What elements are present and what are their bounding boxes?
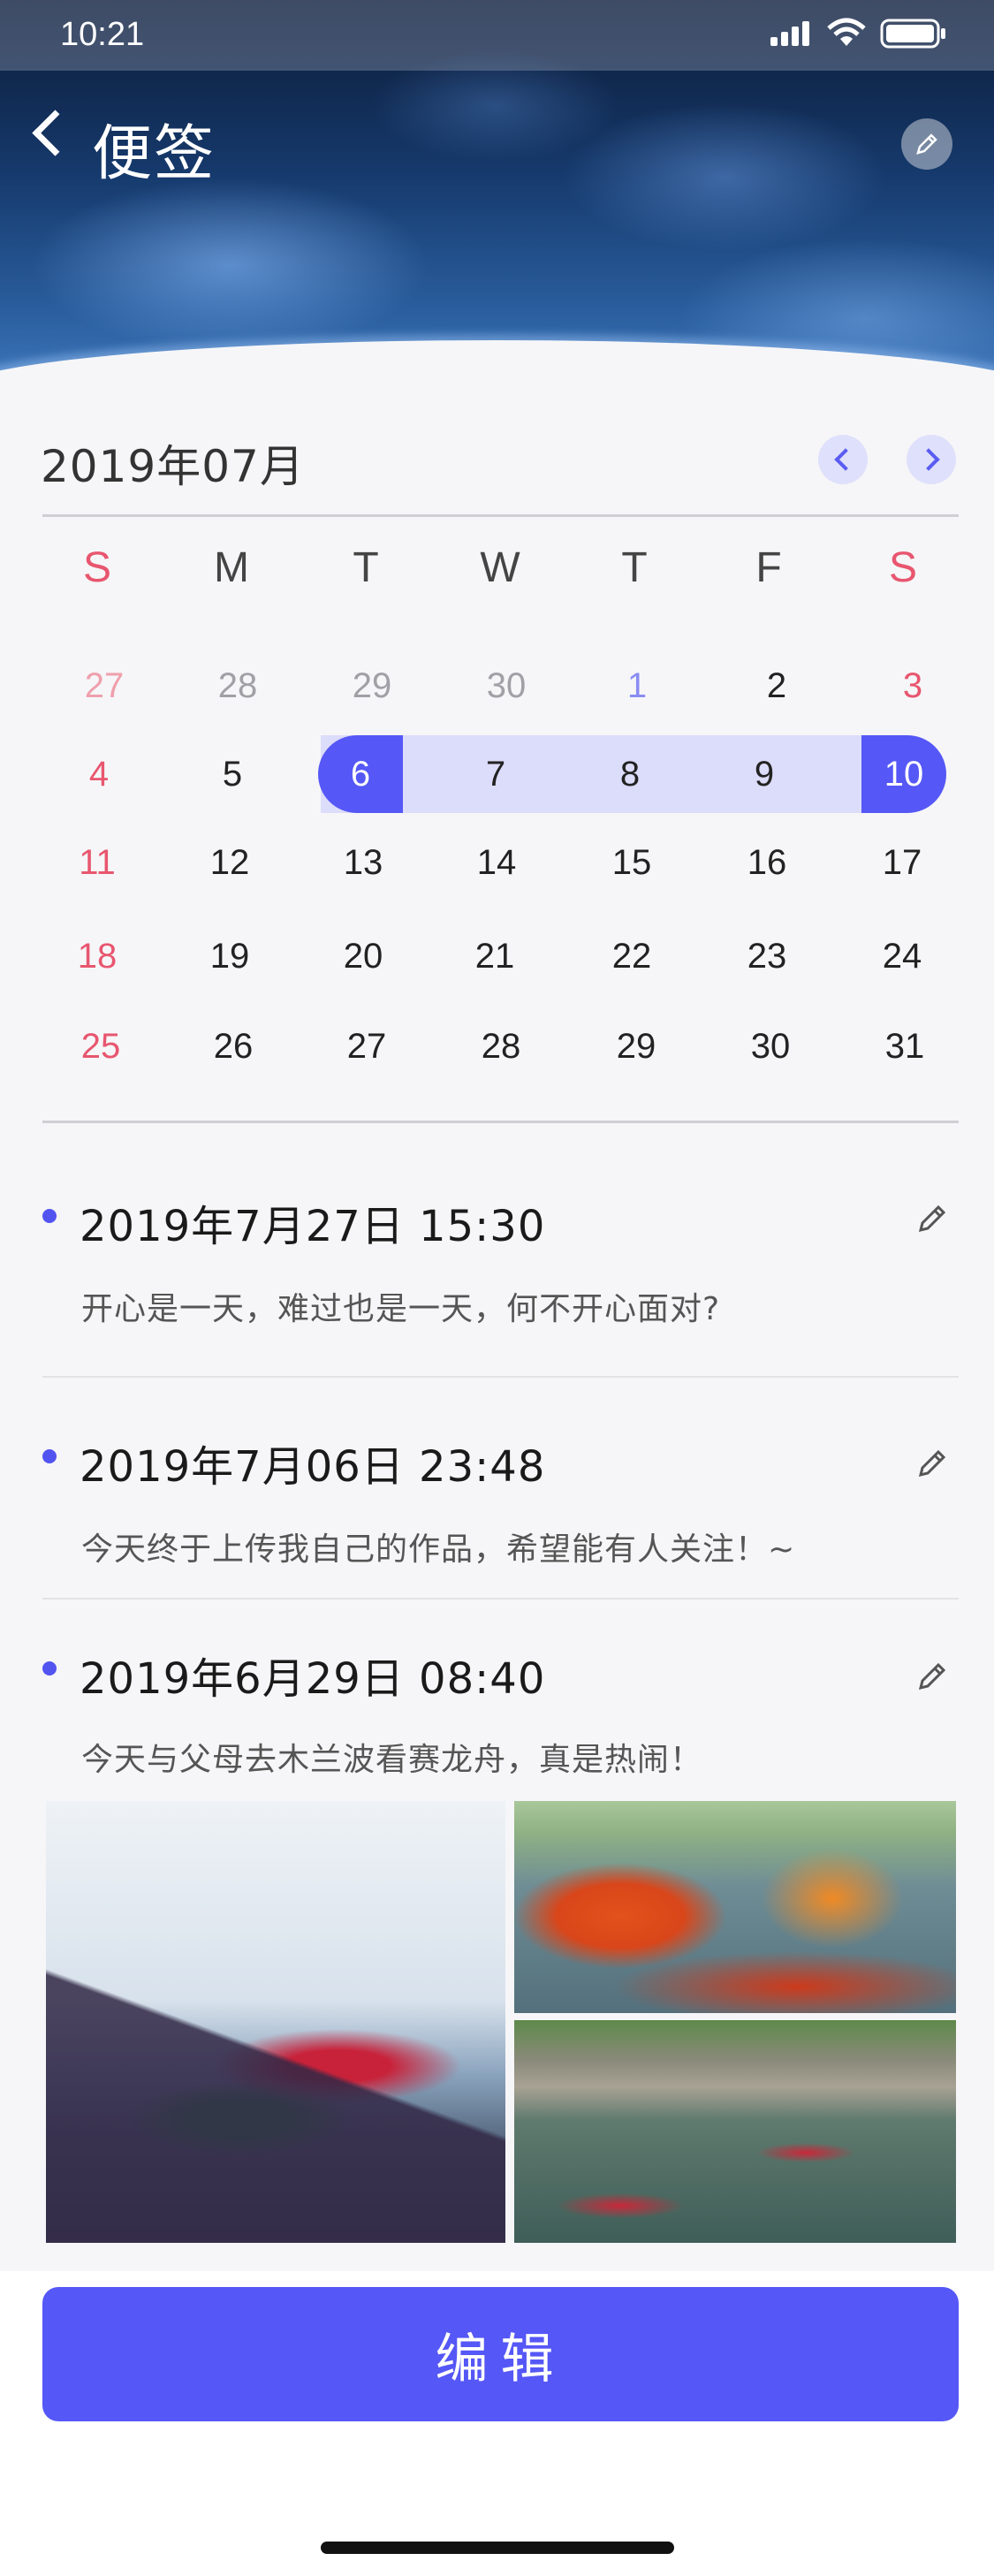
weekday-label: T xyxy=(621,544,648,591)
calendar-day[interactable]: 4 xyxy=(46,756,152,792)
calendar-day[interactable]: 23 xyxy=(714,938,820,974)
status-time: 10:21 xyxy=(60,16,145,53)
calendar-day[interactable]: 14 xyxy=(444,845,550,880)
note-body: 今天与父母去木兰波看赛龙舟，真是热闹！ xyxy=(81,1742,703,1778)
calendar-day[interactable]: 12 xyxy=(177,845,283,880)
home-indicator xyxy=(321,2542,674,2554)
calendar-day[interactable]: 16 xyxy=(714,845,820,880)
calendar-day[interactable]: 25 xyxy=(48,1029,154,1064)
note-title: 2019年7月06日 23:48 xyxy=(80,1442,546,1492)
note-photo-river-race[interactable] xyxy=(514,2020,956,2243)
note-bullet xyxy=(42,1661,57,1676)
calendar-day[interactable]: 1 xyxy=(584,668,690,703)
note-body: 今天终于上传我自己的作品，希望能有人关注！~ xyxy=(81,1531,796,1568)
weekday-label: S xyxy=(82,544,111,591)
note-bullet xyxy=(42,1449,57,1463)
pencil-icon[interactable] xyxy=(915,1445,951,1480)
weekday-label: S xyxy=(888,544,917,591)
header-curve-divider xyxy=(0,340,994,389)
note-body: 开心是一天，难过也是一天，何不开心面对? xyxy=(81,1291,721,1327)
month-label: 2019年07月 xyxy=(41,441,305,492)
calendar-day[interactable]: 30 xyxy=(453,668,559,703)
calendar-day[interactable]: 31 xyxy=(852,1029,958,1064)
calendar-day[interactable]: 20 xyxy=(310,938,416,974)
note-separator xyxy=(42,1598,959,1600)
calendar-day[interactable]: 17 xyxy=(849,845,955,880)
note-title: 2019年6月29日 08:40 xyxy=(80,1654,546,1704)
calendar-day[interactable]: 30 xyxy=(717,1029,823,1064)
note-photo-dragon-boat-heads[interactable] xyxy=(46,1801,505,2243)
calendar-day-selected[interactable]: 10 xyxy=(851,756,957,792)
prev-month-button[interactable] xyxy=(818,435,868,484)
header-banner: 10:21 便签 xyxy=(0,0,994,389)
pencil-icon[interactable] xyxy=(915,1658,951,1693)
calendar-top-divider xyxy=(42,514,959,517)
weekday-label: M xyxy=(214,544,249,591)
calendar-day[interactable]: 18 xyxy=(44,938,150,974)
calendar-day[interactable]: 21 xyxy=(442,938,548,974)
pencil-icon xyxy=(916,133,937,155)
calendar-day[interactable]: 2 xyxy=(724,668,830,703)
calendar-day[interactable]: 7 xyxy=(443,756,549,792)
calendar-day[interactable]: 26 xyxy=(180,1029,286,1064)
calendar-grid: 27 28 29 30 1 2 3 4 5 6 7 8 9 10 11 12 1… xyxy=(42,654,959,1113)
calendar-day[interactable]: 27 xyxy=(51,668,157,703)
status-bar: 10:21 xyxy=(0,0,994,71)
calendar-day[interactable]: 13 xyxy=(310,845,416,880)
calendar-day[interactable]: 19 xyxy=(177,938,283,974)
edit-button[interactable]: 编辑 xyxy=(42,2287,959,2421)
next-month-button[interactable] xyxy=(907,435,956,484)
weekday-label: T xyxy=(353,544,379,591)
calendar-day-selected[interactable]: 6 xyxy=(307,756,414,792)
calendar-day[interactable]: 3 xyxy=(860,668,966,703)
calendar-bottom-divider xyxy=(42,1121,959,1123)
calendar-day[interactable]: 11 xyxy=(44,845,150,880)
chevron-left-icon xyxy=(834,448,857,471)
calendar-day[interactable]: 15 xyxy=(579,845,685,880)
header-edit-button[interactable] xyxy=(901,118,952,170)
calendar-day[interactable]: 29 xyxy=(319,668,425,703)
calendar-day[interactable]: 5 xyxy=(179,756,285,792)
calendar-day[interactable]: 28 xyxy=(448,1029,554,1064)
note-bullet xyxy=(42,1209,57,1223)
battery-icon xyxy=(880,19,945,49)
weekday-label: W xyxy=(480,544,520,591)
note-title: 2019年7月27日 15:30 xyxy=(80,1202,546,1251)
calendar-day[interactable]: 24 xyxy=(849,938,955,974)
page-title: 便签 xyxy=(92,119,216,189)
pencil-icon[interactable] xyxy=(915,1200,951,1235)
calendar-day[interactable]: 22 xyxy=(579,938,685,974)
weekday-label: F xyxy=(755,544,782,591)
chevron-right-icon xyxy=(917,448,940,471)
calendar-day[interactable]: 29 xyxy=(583,1029,689,1064)
note-photo-rowers[interactable] xyxy=(514,1801,956,2013)
calendar-day[interactable]: 27 xyxy=(314,1029,420,1064)
calendar-day[interactable]: 8 xyxy=(577,756,683,792)
back-chevron-icon[interactable] xyxy=(32,110,79,156)
wifi-icon xyxy=(827,18,866,46)
calendar-day[interactable]: 9 xyxy=(711,756,817,792)
note-separator xyxy=(42,1376,959,1378)
calendar-day[interactable]: 28 xyxy=(185,668,291,703)
